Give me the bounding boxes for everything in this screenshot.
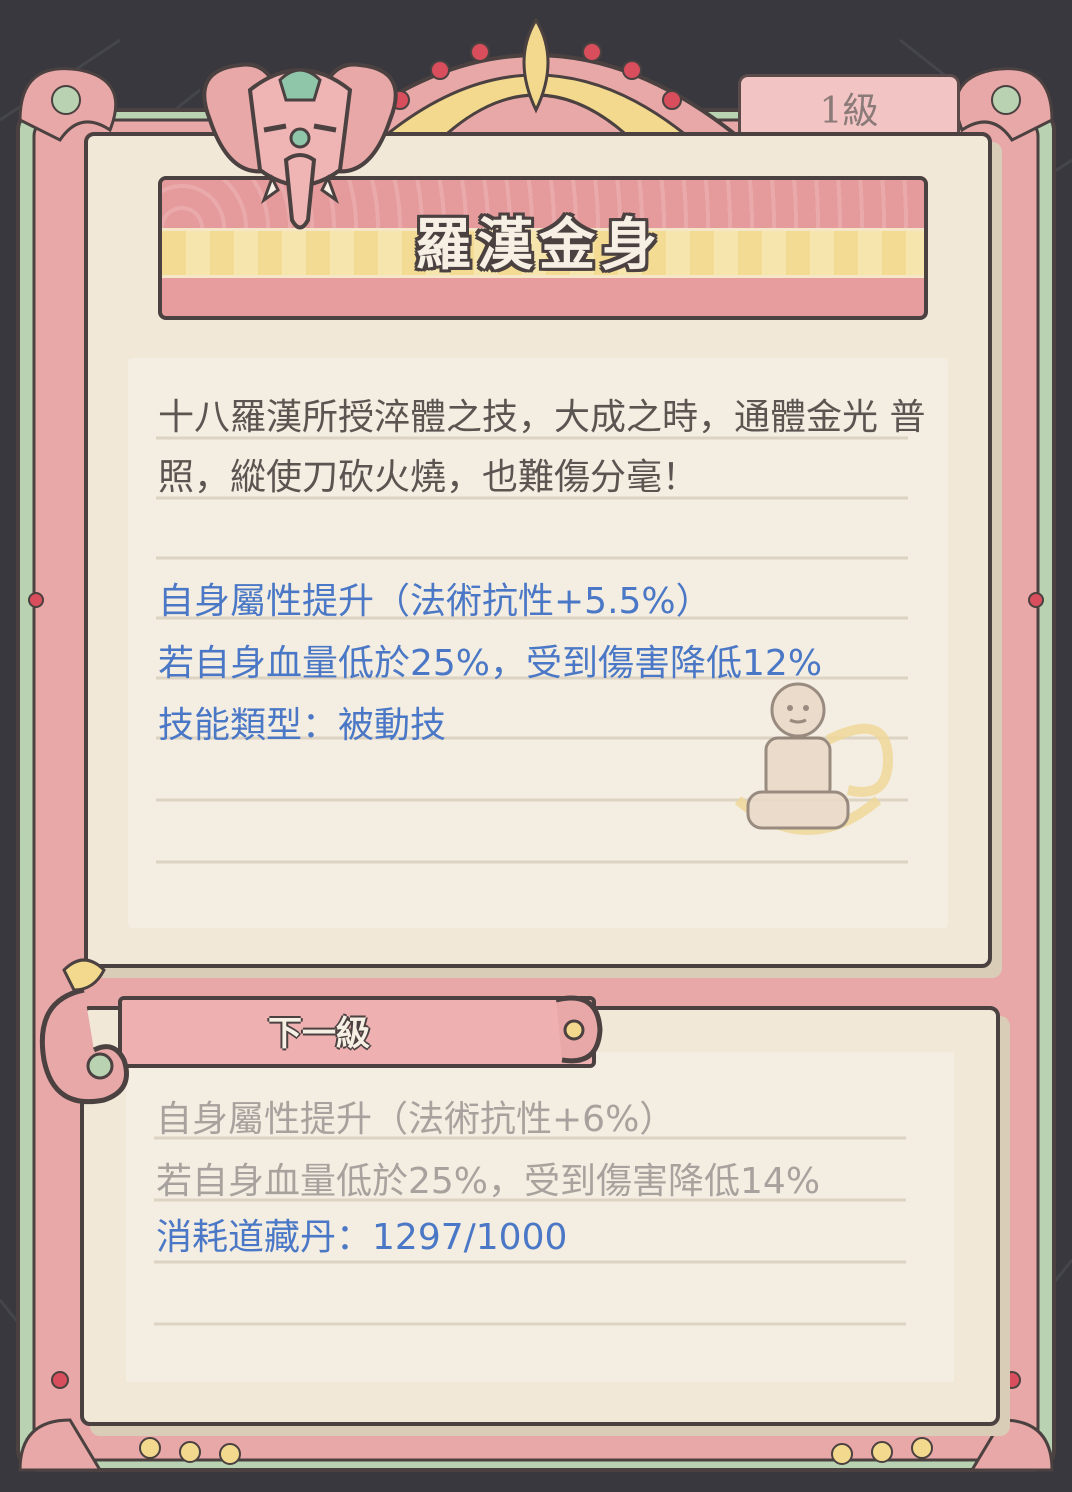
lotus-ornament-icon [39, 958, 129, 1105]
next-stat-damage-reduction: 若自身血量低於25%，受到傷害降低14% [156, 1161, 821, 1202]
curl-ornament-icon [555, 995, 603, 1064]
cost-value: 1297/1000 [372, 1217, 568, 1258]
skill-description: 十八羅漢所授淬體之技，大成之時，通體金光 普照，縱使刀砍火燒，也難傷分毫！ [158, 397, 926, 498]
next-stat-resist: 自身屬性提升（法術抗性+6%） [156, 1099, 676, 1140]
skill-stat-resist: 自身屬性提升（法術抗性+5.5%） [158, 581, 712, 622]
skill-stat-damage-reduction: 若自身血量低於25%，受到傷害降低12% [158, 643, 823, 684]
upgrade-cost: 消耗道藏丹：1297/1000 [156, 1208, 567, 1260]
next-level-label: 下一級 [268, 1014, 370, 1054]
elephant-head-icon [202, 62, 398, 230]
skill-detail-screen: 1級 羅漢金身 十八羅漢所授淬體之技，大成之時，通體金光 普照，縱使刀砍火燒，也… [0, 0, 1072, 1492]
cost-label: 消耗道藏丹： [156, 1217, 373, 1258]
meditating-monk-icon [734, 682, 894, 835]
level-label: 1級 [819, 91, 879, 132]
skill-stat-type: 技能類型：被動技 [158, 705, 447, 746]
